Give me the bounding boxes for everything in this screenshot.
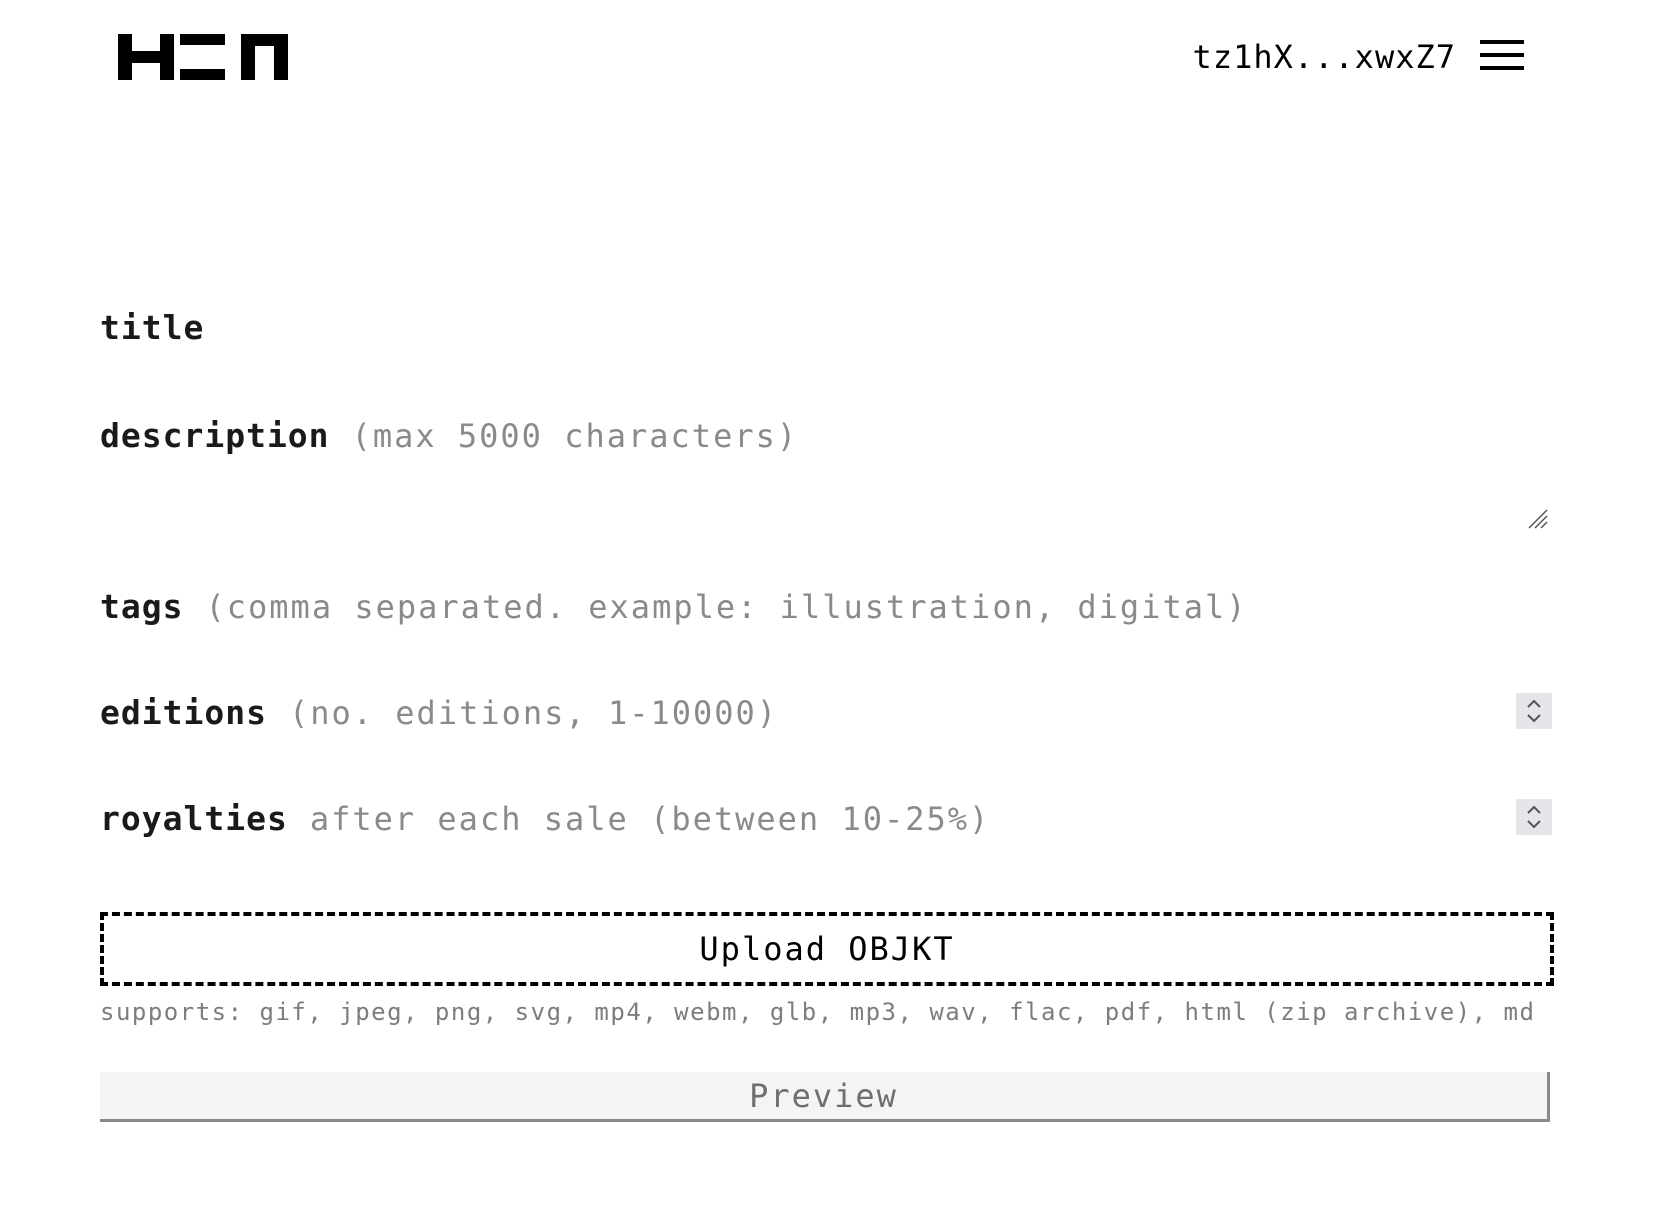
resize-handle-icon[interactable] <box>1527 508 1549 530</box>
wallet-address[interactable]: tz1hX...xwxZ7 <box>1193 38 1456 76</box>
tags-placeholder: (comma separated. example: illustration,… <box>205 587 1248 626</box>
supported-formats-text: supports: gif, jpeg, png, svg, mp4, webm… <box>100 998 1536 1026</box>
header: tz1hX...xwxZ7 <box>0 0 1666 120</box>
title-label: title <box>100 308 205 347</box>
royalties-stepper-icon[interactable] <box>1516 799 1552 835</box>
royalties-label: royalties <box>100 799 288 838</box>
description-placeholder: (max 5000 characters) <box>351 416 799 455</box>
description-textarea[interactable]: description (max 5000 characters) <box>100 416 1552 455</box>
editions-stepper-icon[interactable] <box>1516 693 1552 729</box>
editions-input[interactable]: editions (no. editions, 1-10000) <box>100 693 1552 732</box>
description-label: description <box>100 416 330 455</box>
tags-label: tags <box>100 587 184 626</box>
hamburger-menu-icon[interactable] <box>1480 40 1524 72</box>
royalties-placeholder: after each sale (between 10-25%) <box>309 799 991 838</box>
editions-label: editions <box>100 693 267 732</box>
tags-input[interactable]: tags (comma separated. example: illustra… <box>100 587 1552 626</box>
preview-button[interactable]: Preview <box>100 1072 1550 1122</box>
royalties-input[interactable]: royalties after each sale (between 10-25… <box>100 799 1552 838</box>
hen-logo-icon[interactable] <box>118 34 288 80</box>
editions-placeholder: (no. editions, 1-10000) <box>288 693 779 732</box>
upload-objkt-button[interactable]: Upload OBJKT <box>100 912 1554 986</box>
title-input[interactable]: title <box>100 308 1552 347</box>
